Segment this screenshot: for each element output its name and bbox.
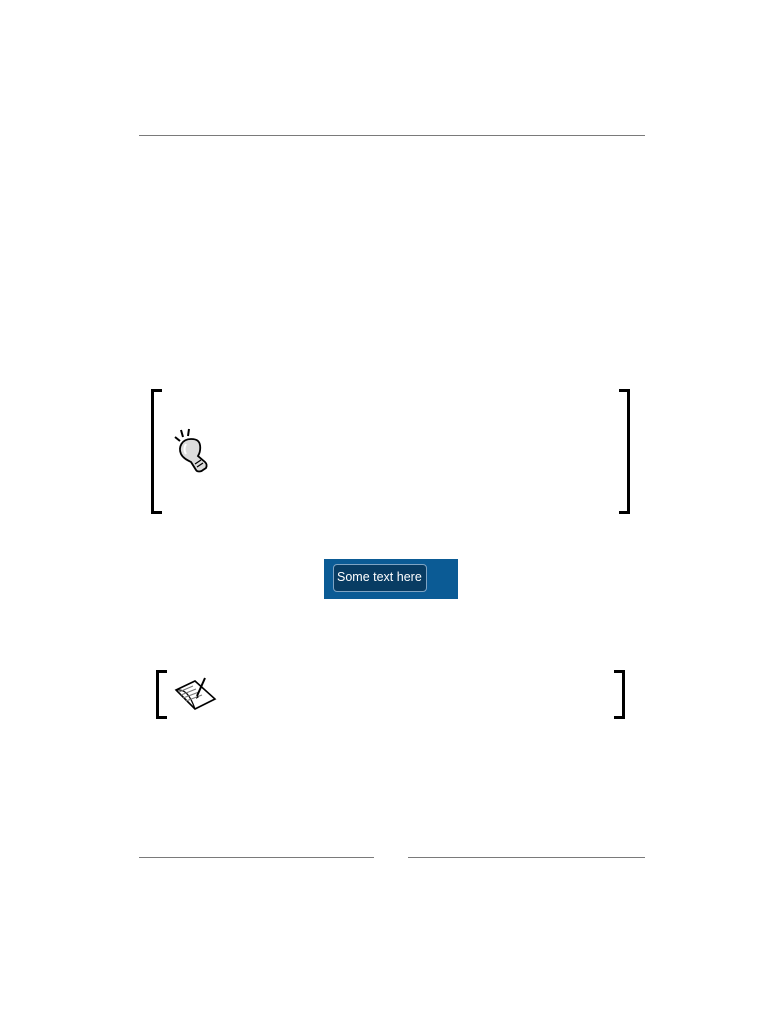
- text-box[interactable]: Some text here: [333, 564, 427, 592]
- note-box-left-bracket: [156, 670, 167, 719]
- note-paper-icon: [174, 677, 217, 710]
- lightbulb-icon: [174, 428, 208, 473]
- header-rule: [139, 135, 645, 136]
- note-box-right-bracket: [614, 670, 625, 719]
- footer-rule-left: [139, 857, 374, 858]
- tip-box-left-bracket: [151, 389, 162, 514]
- figure-screenshot: Some text here: [324, 559, 458, 599]
- tip-box-right-bracket: [619, 389, 630, 514]
- footer-rule-right: [408, 857, 645, 858]
